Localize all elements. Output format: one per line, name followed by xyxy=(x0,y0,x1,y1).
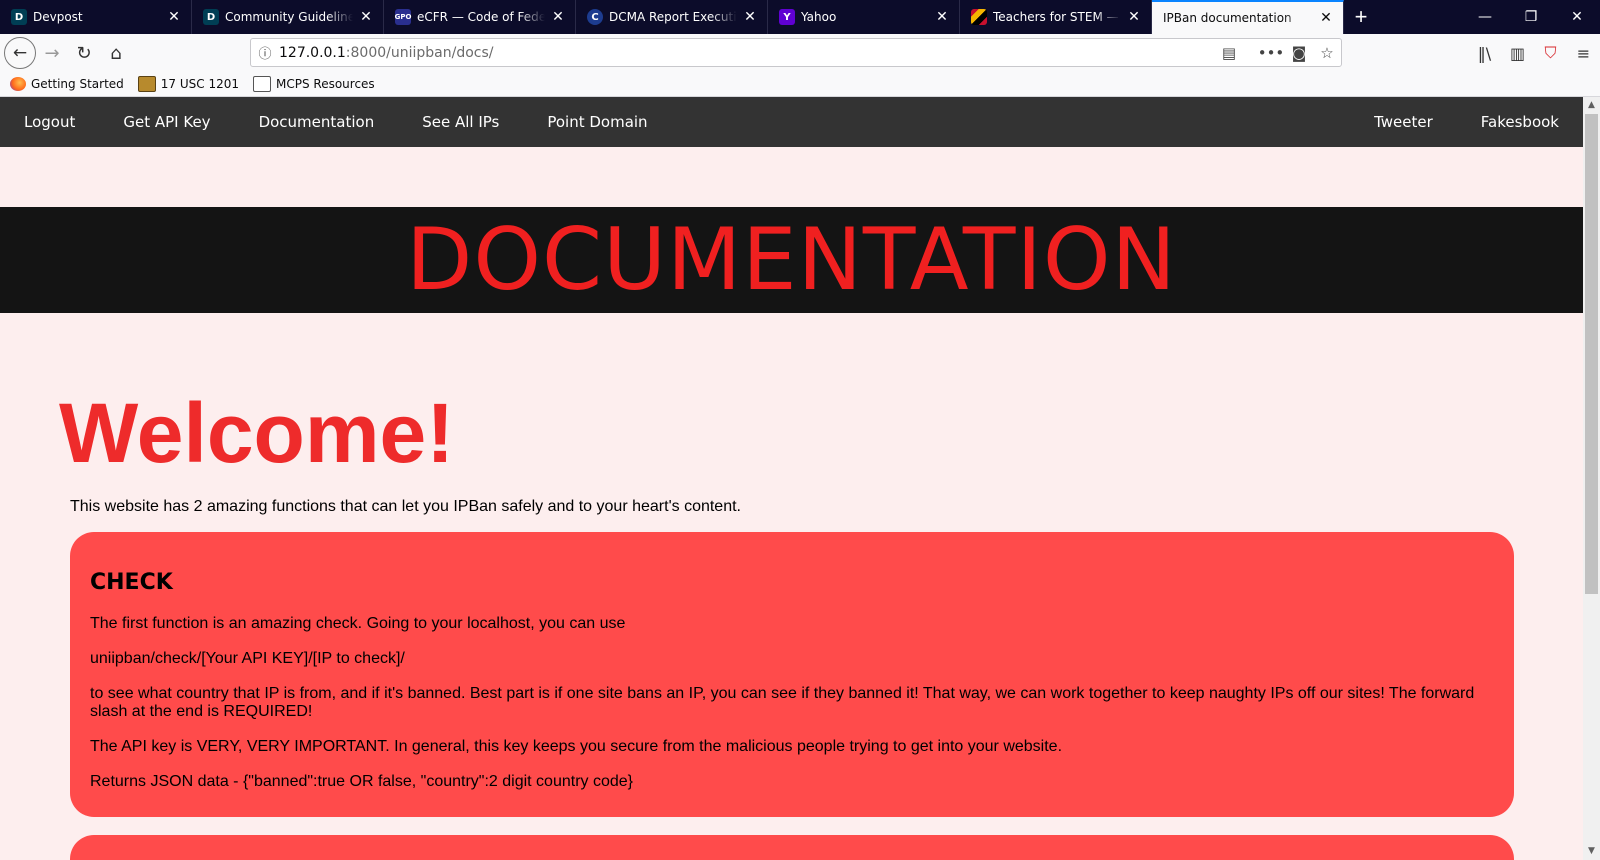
tab-dcma-report[interactable]: C DCMA Report Executive Summary ✕ xyxy=(576,0,768,34)
close-window-button[interactable]: ✕ xyxy=(1554,0,1600,34)
new-tab-button[interactable]: + xyxy=(1344,0,1378,34)
reader-view-icon[interactable]: ▤ xyxy=(1215,44,1243,62)
site-nav: Logout Get API Key Documentation See All… xyxy=(0,97,1583,147)
arrow-left-icon: ← xyxy=(12,43,28,63)
yahoo-icon: Y xyxy=(779,9,795,25)
bookmark-mcps-resources[interactable]: MCPS Resources xyxy=(253,76,375,92)
tab-ipban-documentation[interactable]: IPBan documentation ✕ xyxy=(1152,0,1344,34)
reload-icon: ↻ xyxy=(76,42,92,64)
scrollbar-thumb[interactable] xyxy=(1585,114,1598,594)
firefox-icon xyxy=(10,77,26,91)
close-icon[interactable]: ✕ xyxy=(1317,10,1335,26)
bookmarks-toolbar: Getting Started 17 USC 1201 MCPS Resourc… xyxy=(0,72,1600,97)
check-section: CHECK The first function is an amazing c… xyxy=(70,532,1514,817)
scroll-down-icon[interactable]: ▼ xyxy=(1583,843,1600,860)
tab-title: Teachers for STEM — Welcome xyxy=(993,10,1121,24)
check-returns: Returns JSON data - {"banned":true OR fa… xyxy=(90,773,633,790)
url-text[interactable]: 127.0.0.1:8000/uniipban/docs/ xyxy=(279,45,1215,61)
tab-title: IPBan documentation xyxy=(1163,11,1292,25)
scroll-up-icon[interactable]: ▲ xyxy=(1583,97,1600,114)
tab-title: Devpost xyxy=(33,10,83,24)
nav-see-all-ips[interactable]: See All IPs xyxy=(398,97,523,147)
arrow-right-icon: → xyxy=(44,42,60,64)
bookmark-label: Getting Started xyxy=(31,77,124,91)
window-controls: — ❐ ✕ xyxy=(1462,0,1600,34)
close-icon[interactable]: ✕ xyxy=(1125,9,1143,25)
bookmark-getting-started[interactable]: Getting Started xyxy=(10,77,124,91)
page-banner: DOCUMENTATION xyxy=(0,207,1583,313)
tab-community-guidelines[interactable]: D Community Guidelines ✕ xyxy=(192,0,384,34)
intro-text: This website has 2 amazing functions tha… xyxy=(70,498,741,515)
bookmark-label: 17 USC 1201 xyxy=(160,77,239,91)
nav-fakesbook[interactable]: Fakesbook xyxy=(1457,97,1583,147)
page-viewport: Logout Get API Key Documentation See All… xyxy=(0,97,1583,860)
check-paragraph: The first function is an amazing check. … xyxy=(90,615,626,632)
forward-button[interactable]: → xyxy=(36,37,68,69)
home-button[interactable]: ⌂ xyxy=(100,37,132,69)
tab-strip: D Devpost ✕ D Community Guidelines ✕ GPO… xyxy=(0,0,1600,34)
library-icon[interactable]: ‖\ xyxy=(1468,37,1501,69)
tab-devpost[interactable]: D Devpost ✕ xyxy=(0,0,192,34)
nav-point-domain[interactable]: Point Domain xyxy=(523,97,671,147)
url-path: :8000/uniipban/docs/ xyxy=(345,44,494,61)
restore-button[interactable]: ❐ xyxy=(1508,0,1554,34)
toolbar-right: ‖\ ▥ ⛉ ≡ xyxy=(1468,37,1600,69)
check-heading: CHECK xyxy=(90,570,173,595)
nav-get-api-key[interactable]: Get API Key xyxy=(99,97,234,147)
tab-yahoo[interactable]: Y Yahoo ✕ xyxy=(768,0,960,34)
folder-icon xyxy=(253,76,271,92)
pocket-icon[interactable]: ◙ xyxy=(1285,44,1313,62)
menu-icon[interactable]: ≡ xyxy=(1567,37,1600,69)
nav-tweeter[interactable]: Tweeter xyxy=(1350,97,1457,147)
next-section xyxy=(70,835,1514,860)
close-icon[interactable]: ✕ xyxy=(741,9,759,25)
tab-teachers-for-stem[interactable]: Teachers for STEM — Welcome ✕ xyxy=(960,0,1152,34)
minimize-button[interactable]: — xyxy=(1462,0,1508,34)
page-scrollbar[interactable]: ▲ ▼ xyxy=(1583,97,1600,860)
maryland-flag-icon xyxy=(971,9,987,25)
devpost-icon: D xyxy=(203,9,219,25)
check-endpoint: uniipban/check/[Your API KEY]/[IP to che… xyxy=(90,650,405,667)
tab-ecfr[interactable]: GPO eCFR — Code of Federal Regulations ✕ xyxy=(384,0,576,34)
close-icon[interactable]: ✕ xyxy=(549,9,567,25)
home-icon: ⌂ xyxy=(110,42,122,64)
tab-title: Yahoo xyxy=(801,10,837,24)
url-host: 127.0.0.1 xyxy=(279,44,346,61)
reload-button[interactable]: ↻ xyxy=(68,37,100,69)
welcome-heading: Welcome! xyxy=(59,386,455,480)
shield-extension-icon[interactable]: ⛉ xyxy=(1534,37,1567,69)
devpost-icon: D xyxy=(11,9,27,25)
bookmark-star-icon[interactable]: ☆ xyxy=(1313,44,1341,62)
gpo-icon: GPO xyxy=(395,9,411,25)
copyright-icon: C xyxy=(587,9,603,25)
nav-logout[interactable]: Logout xyxy=(0,97,99,147)
info-icon[interactable]: ⓘ xyxy=(251,43,279,62)
check-paragraph: The API key is VERY, VERY IMPORTANT. In … xyxy=(90,738,1063,755)
close-icon[interactable]: ✕ xyxy=(357,9,375,25)
tab-title: DCMA Report Executive Summary xyxy=(609,10,737,24)
tab-title: Community Guidelines xyxy=(225,10,353,24)
page-actions-icon[interactable]: ••• xyxy=(1257,44,1285,62)
close-icon[interactable]: ✕ xyxy=(165,9,183,25)
check-paragraph: to see what country that IP is from, and… xyxy=(90,685,1475,720)
nav-documentation[interactable]: Documentation xyxy=(235,97,399,147)
close-icon[interactable]: ✕ xyxy=(933,9,951,25)
bookmark-17-usc-1201[interactable]: 17 USC 1201 xyxy=(137,76,239,92)
back-button[interactable]: ← xyxy=(4,37,36,69)
navigation-toolbar: ← → ↻ ⌂ ⓘ 127.0.0.1:8000/uniipban/docs/ … xyxy=(0,34,1600,72)
tab-title: eCFR — Code of Federal Regulations xyxy=(417,10,545,24)
sidebar-icon[interactable]: ▥ xyxy=(1501,37,1534,69)
url-bar[interactable]: ⓘ 127.0.0.1:8000/uniipban/docs/ ▤ ••• ◙ … xyxy=(250,38,1342,67)
seal-icon xyxy=(137,76,156,92)
bookmark-label: MCPS Resources xyxy=(276,77,375,91)
